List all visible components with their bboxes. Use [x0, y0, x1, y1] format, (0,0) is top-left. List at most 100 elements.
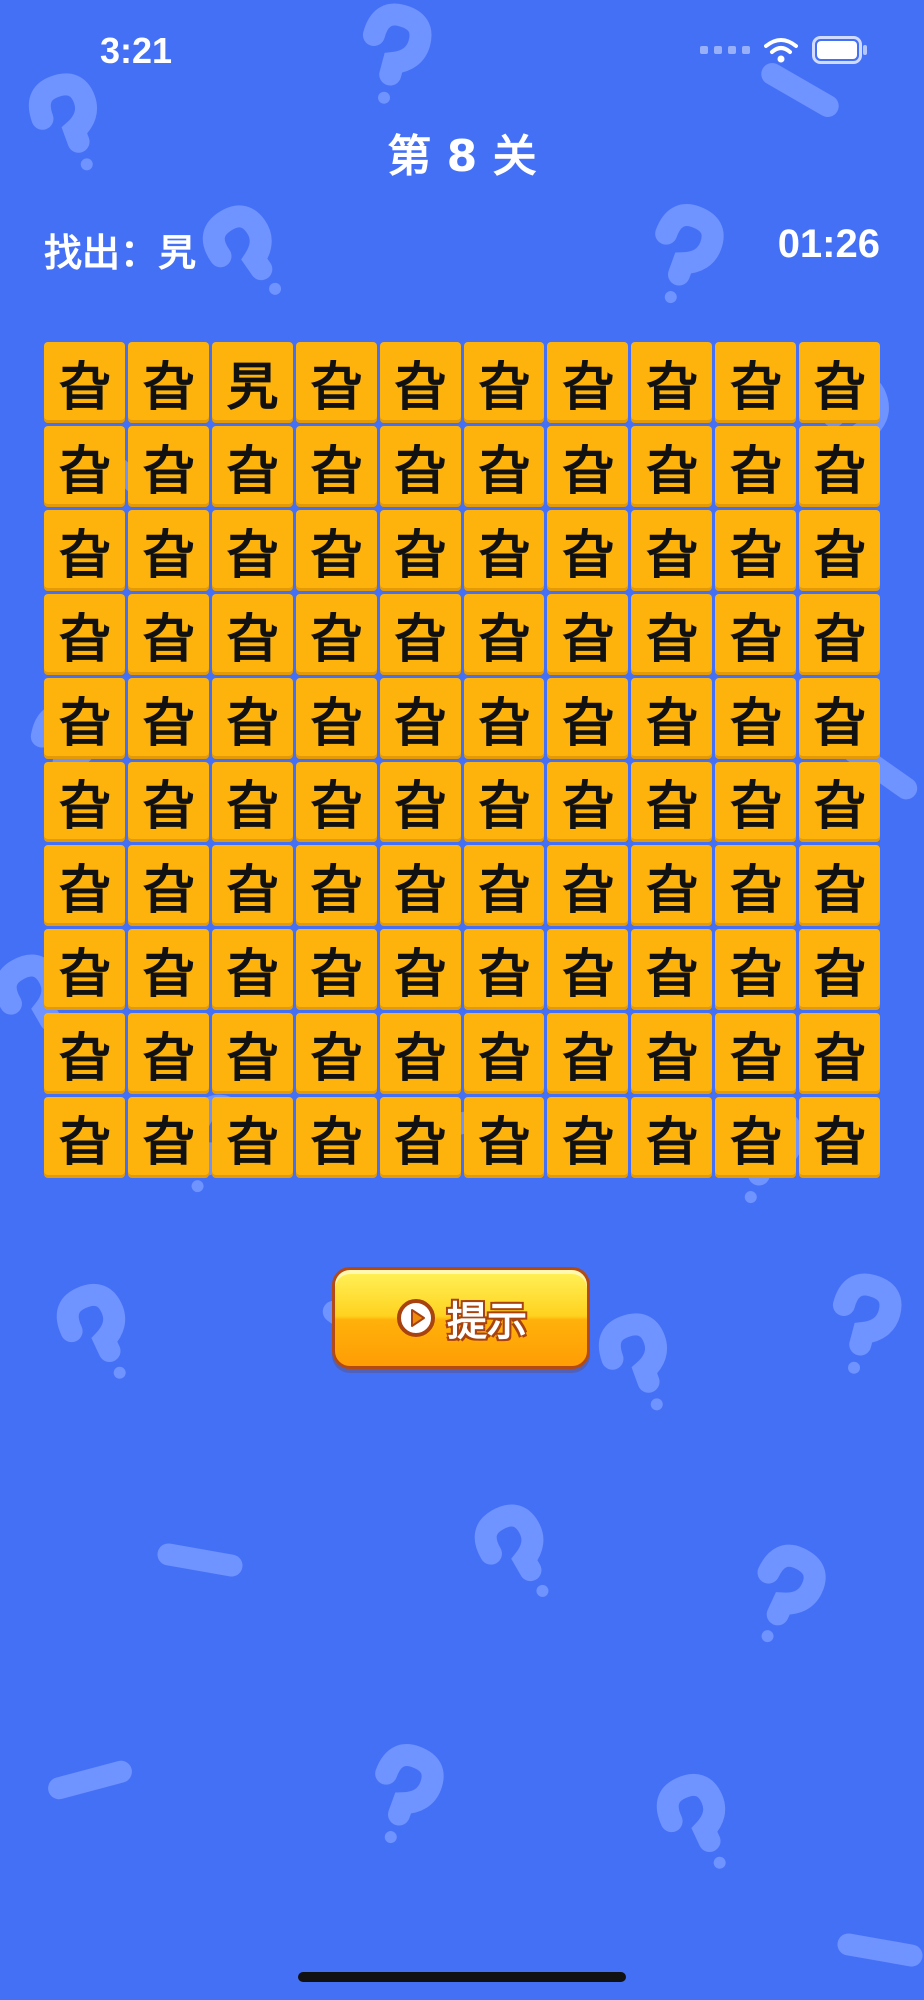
grid-tile[interactable]: 旮: [547, 425, 629, 507]
grid-tile[interactable]: 旮: [211, 1013, 293, 1095]
grid-tile[interactable]: 旮: [211, 929, 293, 1011]
grid-tile[interactable]: 旮: [799, 845, 880, 927]
grid-tile[interactable]: 旮: [379, 509, 461, 591]
grid-tile[interactable]: 旮: [715, 593, 797, 675]
grid-tile[interactable]: 旮: [547, 509, 629, 591]
grid-tile[interactable]: 旮: [295, 425, 377, 507]
grid-tile[interactable]: 旮: [463, 1097, 545, 1178]
grid-tile[interactable]: 旮: [799, 1013, 880, 1095]
grid-tile[interactable]: 旮: [547, 1013, 629, 1095]
grid-tile[interactable]: 旮: [127, 593, 209, 675]
grid-tile[interactable]: 旮: [211, 509, 293, 591]
grid-tile[interactable]: 旮: [715, 677, 797, 759]
grid-tile[interactable]: 旮: [295, 929, 377, 1011]
grid-tile[interactable]: 旮: [631, 509, 713, 591]
grid-tile[interactable]: 旮: [631, 342, 713, 423]
grid-tile[interactable]: 旮: [463, 929, 545, 1011]
grid-tile[interactable]: 旮: [715, 425, 797, 507]
grid-tile[interactable]: 旮: [463, 677, 545, 759]
grid-tile[interactable]: 旮: [463, 845, 545, 927]
grid-tile[interactable]: 旮: [631, 929, 713, 1011]
grid-tile[interactable]: 旮: [127, 677, 209, 759]
grid-tile[interactable]: 旮: [547, 1097, 629, 1178]
grid-tile[interactable]: 旮: [44, 929, 125, 1011]
grid-tile[interactable]: 旮: [44, 593, 125, 675]
grid-tile[interactable]: 旮: [715, 509, 797, 591]
grid-tile[interactable]: 旮: [379, 761, 461, 843]
grid-tile[interactable]: 旮: [127, 342, 209, 423]
grid-tile[interactable]: 旮: [547, 593, 629, 675]
grid-tile[interactable]: 旮: [379, 1097, 461, 1178]
grid-tile[interactable]: 旮: [211, 677, 293, 759]
grid-tile[interactable]: 旮: [799, 1097, 880, 1178]
grid-tile[interactable]: 旮: [211, 1097, 293, 1178]
grid-tile[interactable]: 旮: [715, 342, 797, 423]
grid-tile[interactable]: 旮: [44, 509, 125, 591]
grid-tile[interactable]: 旮: [631, 1013, 713, 1095]
grid-tile[interactable]: 旮: [379, 425, 461, 507]
grid-tile[interactable]: 旮: [127, 929, 209, 1011]
hint-button[interactable]: 提示: [332, 1267, 590, 1369]
grid-tile[interactable]: 旮: [547, 761, 629, 843]
grid-tile[interactable]: 旮: [463, 593, 545, 675]
grid-tile[interactable]: 旮: [379, 342, 461, 423]
grid-tile[interactable]: 旮: [631, 425, 713, 507]
grid-tile[interactable]: 旮: [799, 677, 880, 759]
grid-tile[interactable]: 旮: [127, 845, 209, 927]
grid-tile[interactable]: 旮: [211, 845, 293, 927]
grid-tile[interactable]: 旮: [463, 1013, 545, 1095]
grid-tile[interactable]: 旮: [295, 761, 377, 843]
grid-tile[interactable]: 旮: [379, 929, 461, 1011]
grid-tile[interactable]: 旮: [44, 845, 125, 927]
grid-tile[interactable]: 旮: [295, 677, 377, 759]
grid-tile[interactable]: 旮: [799, 509, 880, 591]
grid-tile[interactable]: 旮: [295, 342, 377, 423]
grid-tile[interactable]: 旮: [463, 761, 545, 843]
grid-tile[interactable]: 旮: [715, 1097, 797, 1178]
grid-tile[interactable]: 旮: [463, 342, 545, 423]
grid-tile[interactable]: 旮: [127, 509, 209, 591]
grid-tile[interactable]: 旮: [44, 342, 125, 423]
grid-tile[interactable]: 旮: [44, 1097, 125, 1178]
grid-tile[interactable]: 旮: [379, 677, 461, 759]
grid-tile[interactable]: 旮: [127, 1013, 209, 1095]
grid-tile[interactable]: 旮: [44, 761, 125, 843]
grid-tile[interactable]: 旮: [127, 761, 209, 843]
grid-tile[interactable]: 旮: [799, 425, 880, 507]
grid-tile[interactable]: 旮: [715, 1013, 797, 1095]
grid-tile[interactable]: 旮: [127, 1097, 209, 1178]
grid-tile[interactable]: 旮: [631, 593, 713, 675]
grid-tile[interactable]: 旮: [799, 929, 880, 1011]
grid-tile[interactable]: 旮: [547, 845, 629, 927]
grid-tile[interactable]: 旮: [547, 342, 629, 423]
grid-tile[interactable]: 旮: [547, 677, 629, 759]
grid-tile[interactable]: 旮: [379, 845, 461, 927]
grid-tile[interactable]: 旮: [44, 1013, 125, 1095]
grid-tile[interactable]: 旮: [127, 425, 209, 507]
grid-tile[interactable]: 旮: [715, 845, 797, 927]
grid-tile[interactable]: 旮: [631, 761, 713, 843]
grid-tile[interactable]: 旮: [295, 1097, 377, 1178]
grid-tile[interactable]: 旮: [463, 425, 545, 507]
grid-tile[interactable]: 旮: [463, 509, 545, 591]
grid-tile[interactable]: 旮: [211, 593, 293, 675]
grid-tile[interactable]: 旮: [715, 929, 797, 1011]
grid-tile[interactable]: 旮: [44, 425, 125, 507]
grid-tile[interactable]: 旮: [295, 593, 377, 675]
grid-tile[interactable]: 旮: [547, 929, 629, 1011]
grid-tile[interactable]: 旮: [631, 1097, 713, 1178]
grid-tile[interactable]: 旮: [379, 1013, 461, 1095]
grid-tile[interactable]: 旯: [211, 342, 293, 423]
grid-tile[interactable]: 旮: [211, 425, 293, 507]
grid-tile[interactable]: 旮: [211, 761, 293, 843]
grid-tile[interactable]: 旮: [715, 761, 797, 843]
grid-tile[interactable]: 旮: [44, 677, 125, 759]
grid-tile[interactable]: 旮: [295, 509, 377, 591]
grid-tile[interactable]: 旮: [799, 593, 880, 675]
home-indicator[interactable]: [298, 1972, 626, 1982]
grid-tile[interactable]: 旮: [799, 342, 880, 423]
grid-tile[interactable]: 旮: [799, 761, 880, 843]
grid-tile[interactable]: 旮: [631, 677, 713, 759]
grid-tile[interactable]: 旮: [295, 1013, 377, 1095]
grid-tile[interactable]: 旮: [631, 845, 713, 927]
